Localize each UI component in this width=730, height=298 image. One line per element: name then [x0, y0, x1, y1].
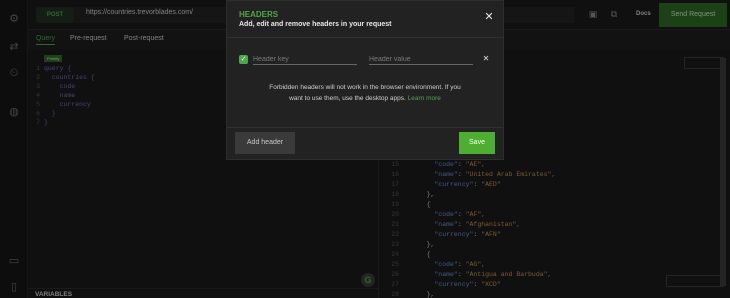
remove-header-icon[interactable]: ✕: [481, 54, 491, 64]
close-icon[interactable]: ✕: [483, 11, 495, 23]
header-key-input[interactable]: [253, 54, 357, 65]
app-window: ⚙ ⇄ ⏲ ◍ ▭ ▯ POST https://countries.trevo…: [0, 0, 730, 298]
modal-title: HEADERS: [239, 10, 279, 19]
save-button[interactable]: Save: [459, 132, 495, 154]
headers-modal: HEADERS Add, edit and remove headers in …: [226, 0, 504, 160]
divider: [227, 127, 503, 128]
add-header-button[interactable]: Add header: [235, 132, 295, 154]
divider: [227, 37, 503, 38]
modal-subtitle: Add, edit and remove headers in your req…: [239, 21, 392, 28]
learn-more-link[interactable]: Learn more: [408, 95, 441, 102]
forbidden-headers-notice: Forbidden headers will not work in the b…: [267, 82, 463, 104]
header-value-input[interactable]: [369, 54, 473, 65]
header-enabled-checkbox[interactable]: ✓: [239, 55, 248, 64]
